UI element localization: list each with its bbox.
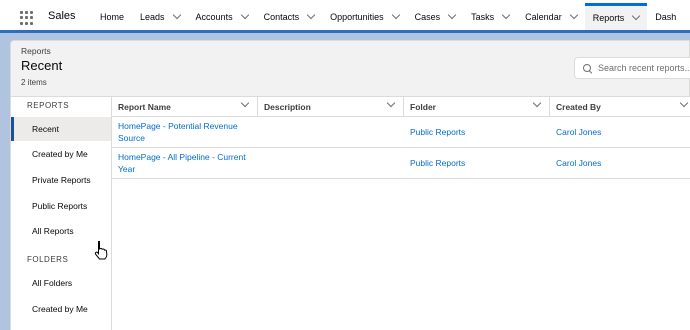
- tab-accounts[interactable]: Accounts: [188, 3, 256, 30]
- app-name: Sales: [48, 10, 76, 22]
- table-row: HomePage - All Pipeline - Current Year P…: [112, 148, 690, 179]
- tab-label: Opportunities: [330, 11, 384, 22]
- app-launcher-icon[interactable]: [20, 11, 34, 25]
- item-count: 2 items: [21, 78, 47, 87]
- tab-reports[interactable]: Reports: [584, 3, 648, 30]
- created-by-link[interactable]: Carol Jones: [556, 126, 601, 138]
- column-label: Folder: [410, 102, 436, 112]
- table-row: HomePage - Potential Revenue Source Publ…: [112, 117, 690, 148]
- chevron-down-icon[interactable]: [306, 10, 316, 19]
- sidebar-item-created-by-me[interactable]: Created by Me: [11, 142, 111, 166]
- sidebar-item-private-reports[interactable]: Private Reports: [11, 168, 111, 192]
- tab-leads[interactable]: Leads: [132, 3, 188, 30]
- column-header-report-name[interactable]: Report Name: [112, 97, 258, 117]
- tab-opportunities[interactable]: Opportunities: [322, 3, 407, 30]
- chevron-down-icon[interactable]: [240, 98, 250, 108]
- chevron-down-icon[interactable]: [679, 98, 689, 108]
- report-name-link[interactable]: HomePage - All Pipeline - Current Year: [118, 151, 258, 175]
- chevron-down-icon[interactable]: [172, 10, 181, 19]
- tab-contacts[interactable]: Contacts: [256, 3, 323, 30]
- table-header: Report Name Description Folder Created B…: [112, 97, 690, 117]
- tab-tasks[interactable]: Tasks: [463, 3, 517, 30]
- column-label: Description: [264, 102, 311, 112]
- chevron-down-icon[interactable]: [569, 10, 578, 19]
- tab-label: Calendar: [525, 11, 562, 22]
- reports-sidebar: REPORTS Recent Created by Me Private Rep…: [11, 97, 112, 330]
- column-label: Created By: [556, 102, 601, 112]
- tab-label: Contacts: [263, 11, 300, 22]
- chevron-down-icon[interactable]: [386, 98, 396, 108]
- column-header-created-by[interactable]: Created By: [550, 97, 690, 117]
- tab-home[interactable]: Home: [92, 3, 132, 30]
- chevron-down-icon[interactable]: [532, 98, 542, 108]
- search-input[interactable]: [598, 63, 690, 73]
- tab-label: Home: [100, 11, 125, 22]
- tab-label: Leads: [140, 11, 165, 22]
- tab-label: Cases: [414, 11, 441, 22]
- chevron-down-icon[interactable]: [240, 10, 249, 19]
- global-nav-bar: Sales Home Leads Accounts Contacts Oppor…: [0, 0, 690, 33]
- section-label-reports: REPORTS: [27, 101, 70, 110]
- sidebar-item-recent[interactable]: Recent: [11, 117, 111, 141]
- page-title: Recent: [21, 58, 63, 73]
- chevron-down-icon[interactable]: [501, 10, 511, 19]
- tab-label: Reports: [592, 13, 625, 23]
- sidebar-item-all-folders[interactable]: All Folders: [11, 271, 111, 295]
- hand-cursor-icon: [94, 241, 108, 260]
- column-header-folder[interactable]: Folder: [404, 97, 550, 117]
- reports-table: Report Name Description Folder Created B…: [112, 97, 690, 179]
- section-label-folders: FOLDERS: [27, 255, 69, 264]
- sidebar-item-folders-created-by-me[interactable]: Created by Me: [11, 297, 111, 321]
- column-label: Report Name: [118, 102, 171, 112]
- tab-cases[interactable]: Cases: [407, 3, 464, 30]
- sidebar-item-public-reports[interactable]: Public Reports: [11, 194, 111, 218]
- folder-link[interactable]: Public Reports: [410, 157, 465, 169]
- report-name-link[interactable]: HomePage - Potential Revenue Source: [118, 120, 258, 144]
- breadcrumb[interactable]: Reports: [21, 46, 51, 56]
- tab-label: Dash: [655, 11, 677, 22]
- reports-main: REPORTS Recent Created by Me Private Rep…: [10, 96, 690, 330]
- chevron-down-icon[interactable]: [447, 10, 457, 19]
- search-icon: [583, 63, 592, 73]
- column-header-description[interactable]: Description: [258, 97, 404, 117]
- tab-calendar[interactable]: Calendar: [517, 3, 585, 30]
- tab-label: Tasks: [471, 11, 495, 22]
- folder-link[interactable]: Public Reports: [410, 126, 465, 138]
- chevron-down-icon[interactable]: [391, 10, 400, 19]
- list-view-header: Reports Recent 2 items: [10, 40, 690, 96]
- created-by-link[interactable]: Carol Jones: [556, 157, 601, 169]
- search-box[interactable]: [574, 57, 690, 79]
- tab-label: Accounts: [195, 11, 233, 22]
- tab-dashboards[interactable]: Dash: [647, 3, 684, 30]
- chevron-down-icon[interactable]: [631, 11, 641, 21]
- nav-tabs: Home Leads Accounts Contacts Opportuniti…: [92, 3, 684, 30]
